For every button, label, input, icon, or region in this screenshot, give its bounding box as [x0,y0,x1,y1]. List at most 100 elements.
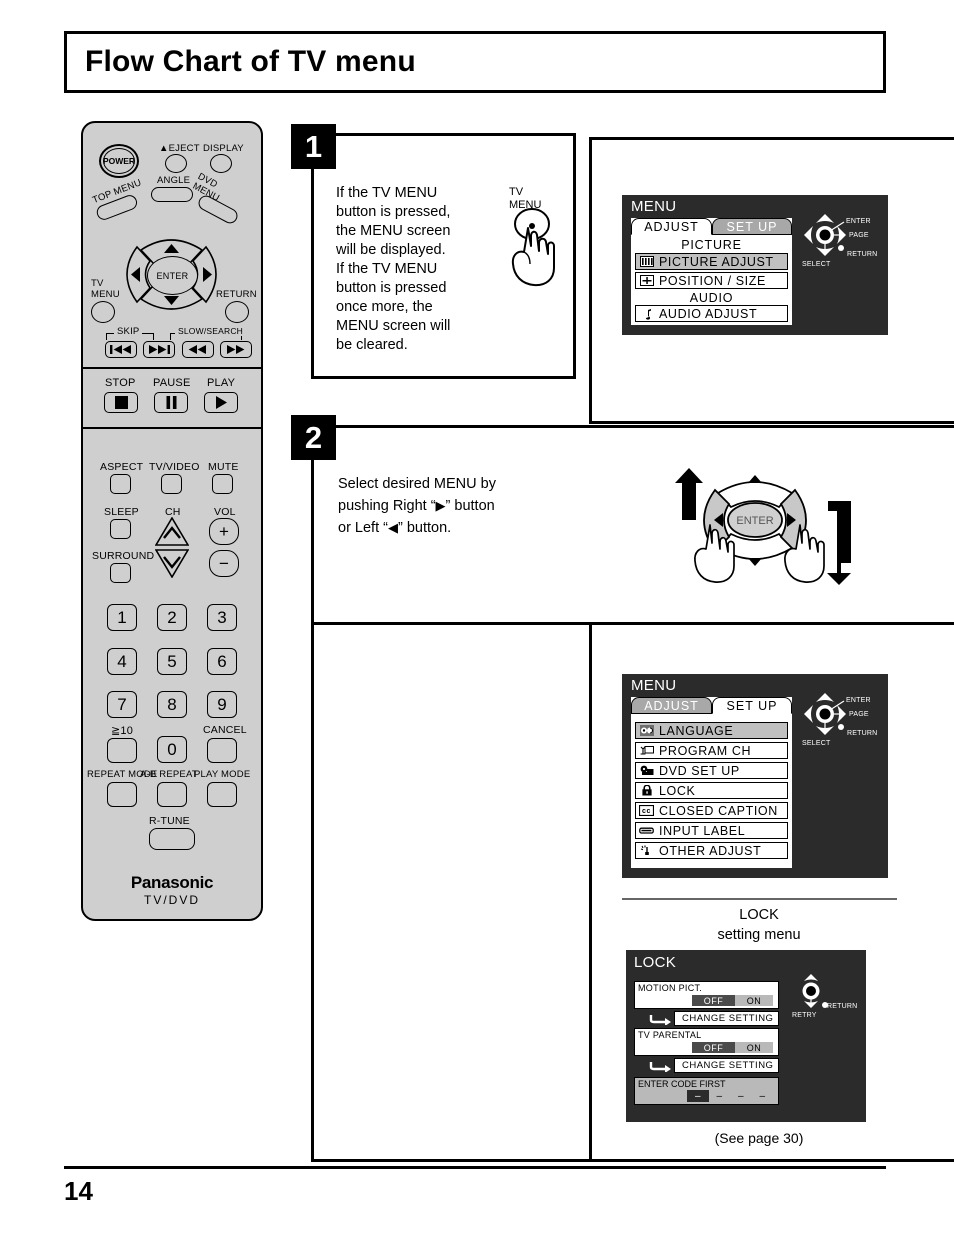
osd-item-label: DVD SET UP [659,763,740,778]
number-button-3[interactable]: 3 [207,604,237,631]
tv-parental-change-setting[interactable]: CHANGE SETTING [674,1058,779,1073]
osd-setup-screen: MENU ADJUST SET UP LANGUAGE PROGRAM CH DVD… [622,674,888,878]
play-label: PLAY [207,377,236,389]
motion-pict-on-segment[interactable]: ON [735,995,773,1006]
motion-pict-change-setting[interactable]: CHANGE SETTING [674,1011,779,1026]
return-button[interactable] [225,301,249,323]
osd-adjust-screen: MENU ADJUST SET UP PICTURE PICTURE ADJUS… [622,195,888,335]
osd-item-input-label[interactable]: INPUT LABEL [635,822,788,839]
osd-nav-wheel-icon [804,214,846,256]
direction-pad[interactable]: ENTER [109,224,234,325]
power-button[interactable]: POWER [99,144,139,178]
tab-set-up[interactable]: SET UP [712,218,792,235]
skip-label: SKIP [114,326,143,337]
return-label: RETURN [216,289,257,300]
nav-enter-label: ENTER [846,697,871,704]
tab-adjust[interactable]: ADJUST [631,218,712,235]
slow-reverse-button[interactable] [182,341,214,358]
repeat-mode-button[interactable] [107,782,137,807]
play-button[interactable] [204,392,238,413]
ab-repeat-button[interactable] [157,782,187,807]
nav-page-label: PAGE [849,232,869,239]
number-button-0[interactable]: 0 [157,736,187,763]
cancel-button[interactable] [207,738,237,763]
step3-left-frame [311,625,589,1162]
step1-box: If the TV MENU button is pressed, the ME… [311,133,576,379]
right-arrow-icon: ▶ [435,498,446,513]
number-button-4[interactable]: 4 [107,648,137,675]
osd-item-label: PICTURE ADJUST [659,254,774,269]
mute-button[interactable] [212,474,233,494]
pause-button[interactable] [154,392,188,413]
channel-down-button[interactable] [155,549,189,578]
number-button-9[interactable]: 9 [207,691,237,718]
angle-button[interactable] [151,187,193,202]
osd-item-label: INPUT LABEL [659,823,746,838]
number-button-7[interactable]: 7 [107,691,137,718]
lock-code-digit-1[interactable]: – [687,1091,709,1102]
play-mode-button[interactable] [207,782,237,807]
pause-icon [166,396,176,409]
cancel-label: CANCEL [203,724,247,736]
tv-parental-on-segment[interactable]: ON [735,1042,773,1053]
osd-item-dvd-set-up[interactable]: DVD SET UP [635,762,788,779]
slow-forward-button[interactable] [220,341,252,358]
page-title-box: Flow Chart of TV menu [64,31,886,93]
channel-up-button[interactable] [155,517,189,546]
aspect-button[interactable] [110,474,131,494]
osd-item-audio-adjust[interactable]: AUDIO ADJUST [635,305,788,322]
number-button-1[interactable]: 1 [107,604,137,631]
osd-lock-screen: LOCK MOTION PICT. OFF ON CHANGE SETTING … [626,950,866,1122]
skip-forward-button[interactable] [143,341,175,358]
skip-back-button[interactable] [105,341,137,358]
hand-pressing-tv-menu-icon [511,208,555,287]
osd-lock-nav-wheel-icon [802,974,828,1008]
osd-item-program-ch[interactable]: PROGRAM CH [635,742,788,759]
tv-menu-button[interactable] [91,301,115,323]
stop-icon [114,396,128,409]
eject-button[interactable] [165,154,187,173]
tab-set-up[interactable]: SET UP [712,697,792,714]
nav-select-label: SELECT [802,261,831,268]
picture-bars-icon [639,256,654,268]
osd-item-lock[interactable]: LOCK [635,782,788,799]
osd-item-label: POSITION / SIZE [659,273,766,288]
display-button[interactable] [210,154,232,173]
lock-code-digit-2[interactable]: – [709,1091,731,1102]
nav-enter-label: ENTER [846,218,871,225]
tv-parental-off-segment[interactable]: OFF [692,1042,735,1053]
number-button-6[interactable]: 6 [207,648,237,675]
tv-video-button[interactable] [161,474,182,494]
motion-pict-off-segment[interactable]: OFF [692,995,735,1006]
stop-button[interactable] [104,392,138,413]
gte10-button[interactable] [107,738,137,763]
surround-button[interactable] [110,563,131,583]
lock-code-digit-3[interactable]: – [730,1091,752,1102]
volume-down-button[interactable]: − [209,550,239,577]
osd-item-picture-adjust[interactable]: PICTURE ADJUST [635,253,788,270]
osd-item-position-size[interactable]: POSITION / SIZE [635,272,788,289]
osd-item-closed-caption[interactable]: cc CLOSED CAPTION [635,802,788,819]
tab-adjust[interactable]: ADJUST [631,697,712,714]
osd-item-label: PROGRAM CH [659,743,752,758]
lock-code-digits[interactable]: – – – – [687,1090,773,1102]
step2-line3-prefix: or Left “ [338,520,388,536]
number-button-5[interactable]: 5 [157,648,187,675]
lock-code-digit-4[interactable]: – [752,1091,774,1102]
volume-up-button[interactable]: + [209,518,239,545]
osd-item-other-adjust[interactable]: OTHER ADJUST [635,842,788,859]
lock-section-rule [622,898,897,900]
osd-setup-tabs[interactable]: ADJUST SET UP [631,697,792,714]
sleep-button[interactable] [110,519,131,539]
step2-line2: pushing Right “▶” button [338,495,578,517]
nav-retry-label: RETRY [792,1012,817,1019]
fast-forward-icon [227,345,245,354]
enter-button[interactable]: ENTER [147,256,198,295]
number-button-8[interactable]: 8 [157,691,187,718]
osd-setup-title: MENU [631,677,677,694]
lock-code-label: ENTER CODE FIRST [638,1079,726,1089]
osd-adjust-tabs[interactable]: ADJUST SET UP [631,218,792,235]
number-button-2[interactable]: 2 [157,604,187,631]
osd-item-language[interactable]: LANGUAGE [635,722,788,739]
r-tune-button[interactable] [149,828,195,850]
